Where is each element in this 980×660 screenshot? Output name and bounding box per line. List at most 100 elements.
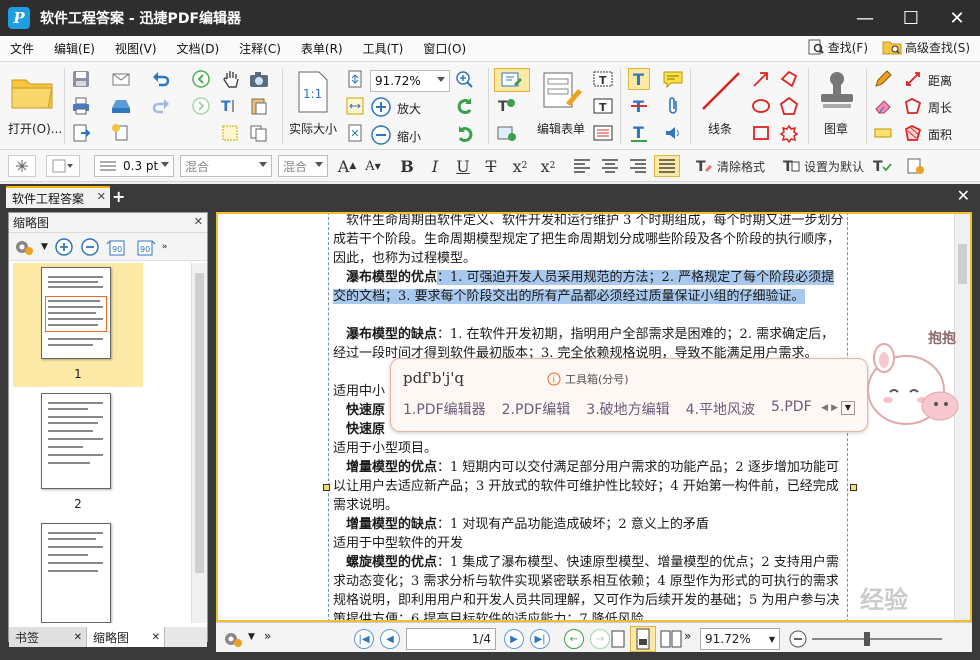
go-back-button[interactable]: ← (564, 629, 584, 649)
edit-form-button[interactable] (538, 68, 586, 114)
close-bookmarks-icon[interactable]: ✕ (74, 632, 82, 643)
ime-candidate[interactable]: 2.PDF编辑 (502, 399, 571, 419)
sound-button[interactable] (662, 122, 684, 144)
resize-handle-left[interactable] (323, 484, 330, 491)
underline-button[interactable]: T (628, 122, 650, 144)
more-options-icon[interactable]: » (264, 629, 271, 643)
previous-page-button[interactable]: ◀ (380, 629, 400, 649)
zoom-out-icon[interactable] (788, 629, 808, 649)
zoom-select[interactable]: 91.72% (370, 70, 450, 92)
text-box-button[interactable]: T (592, 95, 614, 117)
document-tab[interactable]: 软件工程答案 ✕ (6, 186, 110, 208)
scan-button[interactable] (110, 95, 132, 117)
arrow-tool-button[interactable] (750, 68, 772, 90)
maximize-button[interactable]: ☐ (888, 0, 934, 36)
scrollbar-thumb[interactable] (195, 273, 204, 573)
blend-mode-select-2[interactable]: 混合 (278, 155, 328, 177)
menu-edit[interactable]: 编辑(E) (44, 40, 105, 57)
attachment-button[interactable] (662, 95, 684, 117)
settings-gear-icon[interactable] (222, 629, 244, 649)
pencil-button[interactable] (872, 68, 894, 90)
zoom-slider-thumb[interactable] (864, 632, 870, 646)
redo-button[interactable] (150, 95, 172, 117)
align-left-button[interactable] (570, 155, 594, 177)
rotate-page-ccw-icon[interactable]: 90 (106, 237, 128, 257)
align-right-button[interactable] (626, 155, 650, 177)
bookmarks-tab[interactable]: 书签 ✕ (9, 627, 87, 647)
next-page-button[interactable]: ▶ (504, 629, 524, 649)
zoom-level-input[interactable]: 91.72% ▼ (700, 628, 780, 650)
note-button[interactable] (662, 68, 684, 90)
settings-gear-icon[interactable] (13, 237, 35, 257)
polyline-tool-button[interactable] (778, 68, 800, 90)
enlarge-thumb-icon[interactable] (54, 237, 74, 257)
bold-button[interactable]: B (396, 155, 418, 177)
thumbnails-tab[interactable]: 缩略图 ✕ (87, 627, 165, 647)
italic-button[interactable]: I (424, 155, 446, 177)
rotate-right-button[interactable] (454, 124, 476, 146)
ime-candidate[interactable]: 4.平地风波 (686, 399, 755, 419)
minimize-button[interactable]: — (842, 0, 888, 36)
rotate-left-button[interactable] (454, 96, 476, 118)
blend-mode-select[interactable]: 混合 (180, 155, 272, 177)
close-document-button[interactable]: ✕ (957, 186, 970, 205)
previous-view-button[interactable] (190, 68, 212, 90)
polygon-tool-button[interactable] (778, 95, 800, 117)
snapshot-button[interactable] (220, 122, 242, 144)
menu-form[interactable]: 表单(R) (291, 40, 353, 57)
continuous-page-button[interactable] (630, 626, 656, 652)
facing-pages-icon[interactable] (660, 629, 682, 649)
set-default-button[interactable]: T 设置为默认 (778, 155, 868, 177)
perimeter-tool-button[interactable] (902, 95, 924, 117)
thumbnail-page-1[interactable]: 1 (13, 263, 143, 387)
zoom-tool-button[interactable] (454, 68, 476, 90)
ime-candidate[interactable]: 3.破地方编辑 (586, 399, 669, 419)
more-options-icon[interactable]: » (684, 629, 691, 643)
menu-window[interactable]: 窗口(O) (413, 40, 476, 57)
close-button[interactable]: ✕ (934, 0, 980, 36)
add-text-button[interactable]: T (496, 96, 518, 118)
next-view-button[interactable] (190, 95, 212, 117)
thumbnail-scrollbar[interactable] (191, 263, 207, 623)
ellipse-tool-button[interactable] (750, 95, 772, 117)
menu-comment[interactable]: 注释(C) (229, 40, 291, 57)
properties-button[interactable] (904, 155, 928, 177)
ime-expand-icon[interactable]: ▼ (841, 401, 855, 415)
open-button[interactable] (6, 70, 58, 114)
page-number-input[interactable]: 1/4 (406, 628, 496, 650)
select-text-button[interactable]: T (220, 95, 242, 117)
export-button[interactable] (70, 122, 92, 144)
last-page-button[interactable]: ▶| (530, 629, 550, 649)
line-color-button[interactable] (46, 155, 80, 177)
ime-candidate[interactable]: 5.PDF (771, 399, 812, 419)
fit-width-button[interactable] (344, 95, 366, 117)
underline-text-button[interactable]: U (452, 155, 474, 177)
fit-visible-button[interactable] (344, 122, 366, 144)
advanced-find-button[interactable]: 高级查找(S) (882, 38, 970, 56)
line-tool-button[interactable] (698, 68, 744, 114)
text-properties-button[interactable]: T (870, 155, 894, 177)
go-forward-button[interactable]: → (590, 629, 610, 649)
email-button[interactable] (110, 68, 132, 90)
zoom-slider[interactable] (812, 632, 942, 646)
decrease-font-button[interactable]: A ▼ (362, 155, 384, 177)
close-thumbnails-icon[interactable]: ✕ (152, 632, 160, 643)
chevron-down-icon[interactable]: ▼ (248, 632, 255, 642)
resize-handle-right[interactable] (850, 484, 857, 491)
edit-content-button[interactable] (494, 68, 530, 92)
single-page-icon[interactable] (610, 629, 626, 649)
typewriter-button[interactable]: T (628, 68, 650, 90)
ime-candidate[interactable]: 1.PDF编辑器 (403, 399, 486, 419)
scrollbar-thumb[interactable] (958, 244, 967, 284)
eraser-button[interactable] (872, 95, 894, 117)
menu-file[interactable]: 文件 (0, 40, 44, 57)
text-field-button[interactable]: T (592, 68, 614, 90)
add-image-button[interactable] (496, 122, 518, 144)
fit-page-button[interactable] (344, 68, 366, 90)
paste-button[interactable] (248, 95, 270, 117)
thumbnail-page-3[interactable] (13, 523, 143, 623)
zoom-in-button[interactable] (370, 96, 392, 118)
hand-tool-button[interactable] (220, 68, 242, 90)
actual-size-button[interactable]: 1:1 (290, 68, 336, 116)
cloud-tool-button[interactable] (778, 122, 800, 144)
